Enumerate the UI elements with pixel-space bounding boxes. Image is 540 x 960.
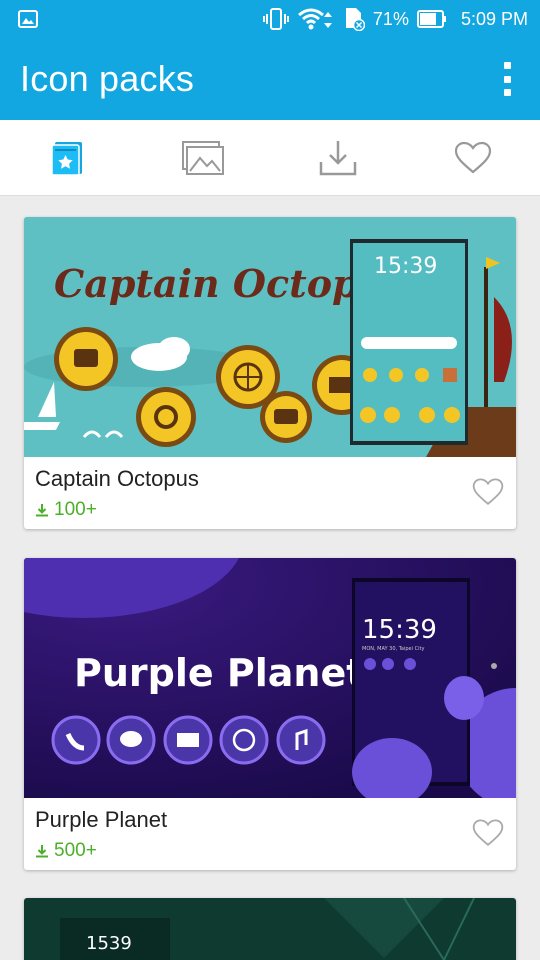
icon-pack-card[interactable]: Purple Planet 15:39 MON, MAY 30, Taipei … (24, 558, 516, 870)
pack-banner[interactable]: Captain Octopus 15:39 (24, 217, 516, 457)
overflow-dot (503, 75, 511, 83)
preview-clock: 1539 (86, 933, 132, 954)
heart-icon (454, 141, 491, 173)
wheel-coin-icon (136, 387, 196, 447)
clock: 5:09 PM (460, 8, 528, 29)
vibrate-icon (262, 8, 289, 30)
pack-info: Captain Octopus 100+ (24, 457, 516, 529)
pack-name: Purple Planet (35, 807, 168, 832)
download-count: 100+ (35, 499, 97, 521)
download-count: 500+ (35, 840, 97, 862)
phone-bubble-icon (51, 715, 101, 765)
images-icon (181, 140, 224, 175)
overflow-dot (503, 62, 511, 69)
battery-icon (416, 10, 446, 28)
favorite-heart-icon[interactable] (472, 818, 504, 848)
overflow-dot (503, 89, 511, 96)
banner-title: Purple Planet (74, 651, 364, 695)
music-bubble-icon (276, 715, 326, 765)
icon-pack-card[interactable]: 1539 (24, 898, 516, 960)
globe-bubble-icon (219, 715, 269, 765)
category-tabs (0, 120, 540, 196)
chat-bubble-icon (106, 715, 156, 765)
no-sim-icon (345, 8, 365, 31)
download-count-value: 100+ (54, 499, 97, 520)
tab-favorites[interactable] (405, 120, 540, 195)
battery-percent: 71% (372, 8, 409, 29)
preview-date: MON, MAY 30, Taipei City (362, 646, 424, 652)
page-title: Icon packs (20, 58, 195, 99)
wifi-icon (297, 8, 332, 30)
gallery-notification-icon (18, 10, 38, 28)
icon-pack-card[interactable]: Captain Octopus 15:39 Captain Octopus 10… (24, 217, 516, 529)
download-count-value: 500+ (54, 840, 97, 861)
download-small-icon (36, 845, 48, 858)
pack-name: Captain Octopus (35, 466, 199, 491)
theme-preview-phone: 15:39 MON, MAY 30, Taipei City (352, 578, 484, 798)
overflow-menu-button[interactable] (500, 62, 514, 96)
book-star-icon (50, 141, 82, 176)
download-icon (319, 140, 356, 175)
pack-banner[interactable]: 1539 (24, 898, 516, 960)
tab-wallpapers[interactable] (135, 120, 270, 195)
chat-coin-icon (260, 391, 312, 443)
telephone-coin-icon (54, 327, 118, 391)
pack-banner-art: 1539 (24, 898, 516, 960)
mail-bubble-icon (163, 715, 213, 765)
pack-info: Purple Planet 500+ (24, 798, 516, 870)
download-small-icon (36, 504, 48, 517)
preview-clock: 15:39 (362, 615, 437, 645)
theme-preview-phone: 15:39 (350, 239, 468, 445)
tab-downloads[interactable] (270, 120, 405, 195)
app-bar: Icon packs (0, 38, 540, 120)
status-bar: 71% 5:09 PM (0, 0, 540, 38)
tab-my-themes[interactable] (0, 120, 135, 195)
pack-banner-art: Purple Planet 15:39 MON, MAY 30, Taipei … (24, 558, 516, 798)
pack-banner-art: Captain Octopus 15:39 (24, 217, 516, 457)
pack-banner[interactable]: Purple Planet 15:39 MON, MAY 30, Taipei … (24, 558, 516, 798)
favorite-heart-icon[interactable] (472, 477, 504, 507)
preview-clock: 15:39 (374, 254, 437, 279)
